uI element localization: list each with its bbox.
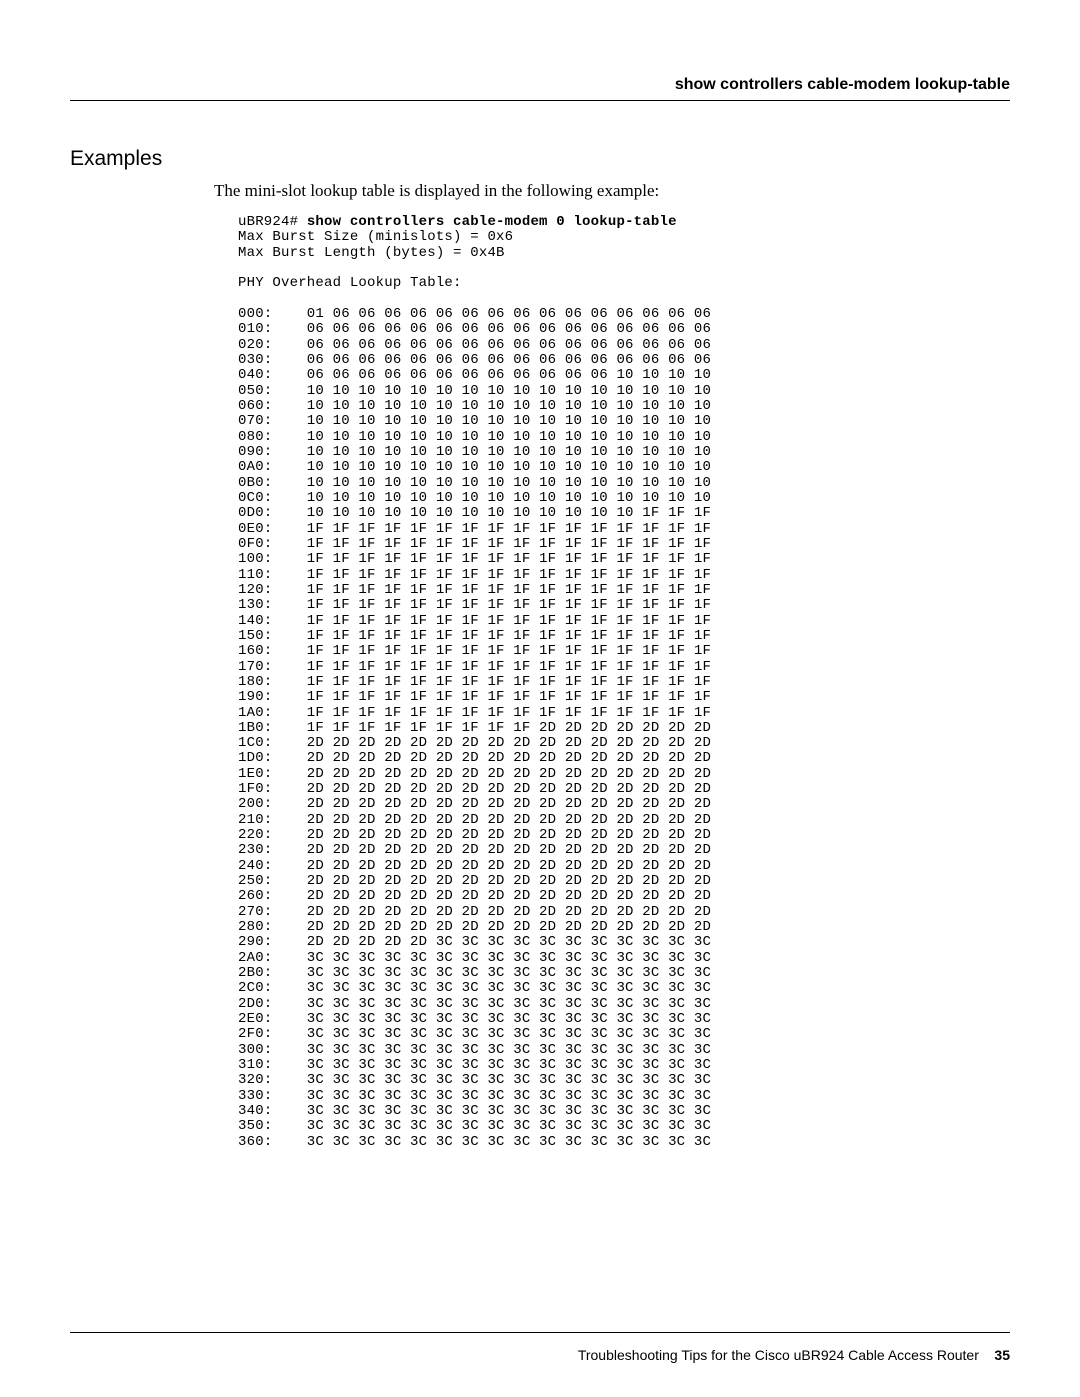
terminal-line: 110: 1F 1F 1F 1F 1F 1F 1F 1F 1F 1F 1F 1F… xyxy=(238,567,711,583)
terminal-line: 2E0: 3C 3C 3C 3C 3C 3C 3C 3C 3C 3C 3C 3C… xyxy=(238,1011,711,1027)
terminal-line: 290: 2D 2D 2D 2D 2D 3C 3C 3C 3C 3C 3C 3C… xyxy=(238,934,711,950)
terminal-line: 1B0: 1F 1F 1F 1F 1F 1F 1F 1F 1F 2D 2D 2D… xyxy=(238,720,711,736)
terminal-line: 0C0: 10 10 10 10 10 10 10 10 10 10 10 10… xyxy=(238,490,711,506)
terminal-line: 070: 10 10 10 10 10 10 10 10 10 10 10 10… xyxy=(238,413,711,429)
terminal-line: 030: 06 06 06 06 06 06 06 06 06 06 06 06… xyxy=(238,352,711,368)
terminal-line: 220: 2D 2D 2D 2D 2D 2D 2D 2D 2D 2D 2D 2D… xyxy=(238,827,711,843)
footer-text: Troubleshooting Tips for the Cisco uBR92… xyxy=(578,1347,979,1363)
page-number: 35 xyxy=(994,1347,1010,1363)
terminal-line: 2B0: 3C 3C 3C 3C 3C 3C 3C 3C 3C 3C 3C 3C… xyxy=(238,965,711,981)
terminal-line: 100: 1F 1F 1F 1F 1F 1F 1F 1F 1F 1F 1F 1F… xyxy=(238,551,711,567)
terminal-line: 130: 1F 1F 1F 1F 1F 1F 1F 1F 1F 1F 1F 1F… xyxy=(238,597,711,613)
terminal-line: 330: 3C 3C 3C 3C 3C 3C 3C 3C 3C 3C 3C 3C… xyxy=(238,1088,711,1104)
terminal-line: 050: 10 10 10 10 10 10 10 10 10 10 10 10… xyxy=(238,383,711,399)
intro-paragraph: The mini-slot lookup table is displayed … xyxy=(70,181,1010,201)
terminal-line: 1C0: 2D 2D 2D 2D 2D 2D 2D 2D 2D 2D 2D 2D… xyxy=(238,735,711,751)
terminal-line: 310: 3C 3C 3C 3C 3C 3C 3C 3C 3C 3C 3C 3C… xyxy=(238,1057,711,1073)
terminal-line: 0B0: 10 10 10 10 10 10 10 10 10 10 10 10… xyxy=(238,475,711,491)
terminal-line: 260: 2D 2D 2D 2D 2D 2D 2D 2D 2D 2D 2D 2D… xyxy=(238,888,711,904)
terminal-line: 0E0: 1F 1F 1F 1F 1F 1F 1F 1F 1F 1F 1F 1F… xyxy=(238,521,711,537)
terminal-output: uBR924# show controllers cable-modem 0 l… xyxy=(70,215,1010,1150)
terminal-line: 2F0: 3C 3C 3C 3C 3C 3C 3C 3C 3C 3C 3C 3C… xyxy=(238,1026,711,1042)
terminal-line: 080: 10 10 10 10 10 10 10 10 10 10 10 10… xyxy=(238,429,711,445)
terminal-line: 2D0: 3C 3C 3C 3C 3C 3C 3C 3C 3C 3C 3C 3C… xyxy=(238,996,711,1012)
terminal-line: 1E0: 2D 2D 2D 2D 2D 2D 2D 2D 2D 2D 2D 2D… xyxy=(238,766,711,782)
terminal-line: 120: 1F 1F 1F 1F 1F 1F 1F 1F 1F 1F 1F 1F… xyxy=(238,582,711,598)
terminal-line: 2C0: 3C 3C 3C 3C 3C 3C 3C 3C 3C 3C 3C 3C… xyxy=(238,980,711,996)
terminal-line: 1F0: 2D 2D 2D 2D 2D 2D 2D 2D 2D 2D 2D 2D… xyxy=(238,781,711,797)
terminal-prompt: uBR924# xyxy=(238,214,307,230)
terminal-line: 000: 01 06 06 06 06 06 06 06 06 06 06 06… xyxy=(238,306,711,322)
terminal-line: PHY Overhead Lookup Table: xyxy=(238,275,462,291)
terminal-line: 210: 2D 2D 2D 2D 2D 2D 2D 2D 2D 2D 2D 2D… xyxy=(238,812,711,828)
footer-rule xyxy=(70,1332,1010,1333)
terminal-line: 250: 2D 2D 2D 2D 2D 2D 2D 2D 2D 2D 2D 2D… xyxy=(238,873,711,889)
terminal-line: Max Burst Length (bytes) = 0x4B xyxy=(238,245,505,261)
terminal-line: 1A0: 1F 1F 1F 1F 1F 1F 1F 1F 1F 1F 1F 1F… xyxy=(238,705,711,721)
terminal-line: 0A0: 10 10 10 10 10 10 10 10 10 10 10 10… xyxy=(238,459,711,475)
running-head: show controllers cable-modem lookup-tabl… xyxy=(70,76,1010,94)
terminal-line: 090: 10 10 10 10 10 10 10 10 10 10 10 10… xyxy=(238,444,711,460)
terminal-line: 040: 06 06 06 06 06 06 06 06 06 06 06 06… xyxy=(238,367,711,383)
page-footer: Troubleshooting Tips for the Cisco uBR92… xyxy=(578,1347,1010,1363)
terminal-command: show controllers cable-modem 0 lookup-ta… xyxy=(307,214,677,230)
terminal-line: 280: 2D 2D 2D 2D 2D 2D 2D 2D 2D 2D 2D 2D… xyxy=(238,919,711,935)
head-rule xyxy=(70,100,1010,101)
terminal-line: 320: 3C 3C 3C 3C 3C 3C 3C 3C 3C 3C 3C 3C… xyxy=(238,1072,711,1088)
terminal-line: 340: 3C 3C 3C 3C 3C 3C 3C 3C 3C 3C 3C 3C… xyxy=(238,1103,711,1119)
terminal-line: 0F0: 1F 1F 1F 1F 1F 1F 1F 1F 1F 1F 1F 1F… xyxy=(238,536,711,552)
terminal-line: 270: 2D 2D 2D 2D 2D 2D 2D 2D 2D 2D 2D 2D… xyxy=(238,904,711,920)
terminal-line: 300: 3C 3C 3C 3C 3C 3C 3C 3C 3C 3C 3C 3C… xyxy=(238,1042,711,1058)
terminal-line: uBR924# show controllers cable-modem 0 l… xyxy=(238,214,677,230)
terminal-line: Max Burst Size (minislots) = 0x6 xyxy=(238,229,513,245)
terminal-line: 350: 3C 3C 3C 3C 3C 3C 3C 3C 3C 3C 3C 3C… xyxy=(238,1118,711,1134)
terminal-line: 170: 1F 1F 1F 1F 1F 1F 1F 1F 1F 1F 1F 1F… xyxy=(238,659,711,675)
terminal-line: 230: 2D 2D 2D 2D 2D 2D 2D 2D 2D 2D 2D 2D… xyxy=(238,842,711,858)
terminal-line: 180: 1F 1F 1F 1F 1F 1F 1F 1F 1F 1F 1F 1F… xyxy=(238,674,711,690)
terminal-line: 0D0: 10 10 10 10 10 10 10 10 10 10 10 10… xyxy=(238,505,711,521)
terminal-line: 010: 06 06 06 06 06 06 06 06 06 06 06 06… xyxy=(238,321,711,337)
terminal-line: 360: 3C 3C 3C 3C 3C 3C 3C 3C 3C 3C 3C 3C… xyxy=(238,1134,711,1150)
terminal-line: 020: 06 06 06 06 06 06 06 06 06 06 06 06… xyxy=(238,337,711,353)
terminal-line: 190: 1F 1F 1F 1F 1F 1F 1F 1F 1F 1F 1F 1F… xyxy=(238,689,711,705)
page: show controllers cable-modem lookup-tabl… xyxy=(0,0,1080,1397)
terminal-line: 1D0: 2D 2D 2D 2D 2D 2D 2D 2D 2D 2D 2D 2D… xyxy=(238,750,711,766)
terminal-line: 160: 1F 1F 1F 1F 1F 1F 1F 1F 1F 1F 1F 1F… xyxy=(238,643,711,659)
terminal-line: 240: 2D 2D 2D 2D 2D 2D 2D 2D 2D 2D 2D 2D… xyxy=(238,858,711,874)
terminal-line: 200: 2D 2D 2D 2D 2D 2D 2D 2D 2D 2D 2D 2D… xyxy=(238,796,711,812)
terminal-line: 2A0: 3C 3C 3C 3C 3C 3C 3C 3C 3C 3C 3C 3C… xyxy=(238,950,711,966)
terminal-line: 060: 10 10 10 10 10 10 10 10 10 10 10 10… xyxy=(238,398,711,414)
terminal-line: 140: 1F 1F 1F 1F 1F 1F 1F 1F 1F 1F 1F 1F… xyxy=(238,613,711,629)
terminal-line: 150: 1F 1F 1F 1F 1F 1F 1F 1F 1F 1F 1F 1F… xyxy=(238,628,711,644)
section-heading-examples: Examples xyxy=(70,147,1010,171)
